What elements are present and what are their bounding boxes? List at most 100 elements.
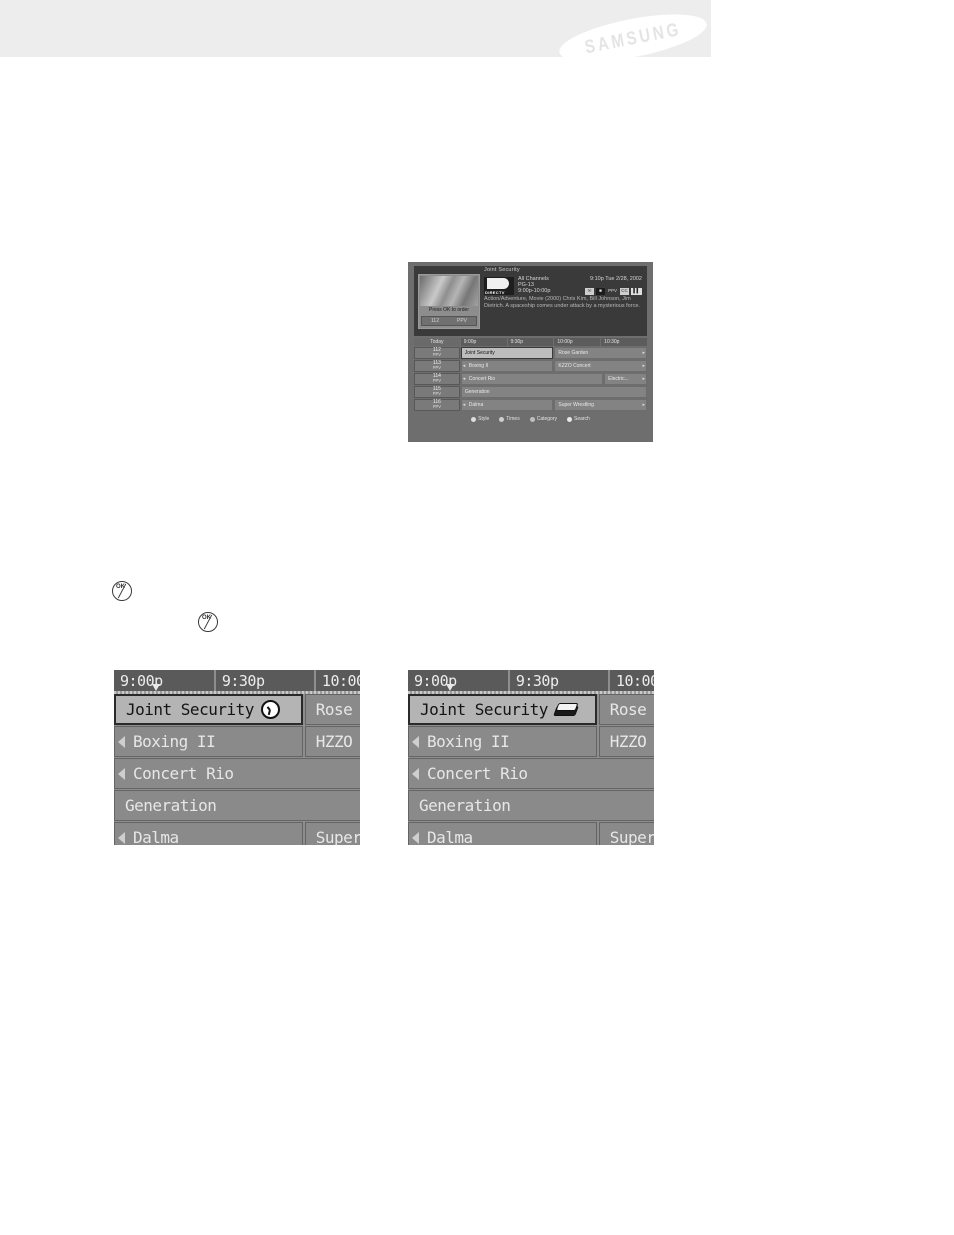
brand-header-band: SAMSUNG	[0, 0, 711, 71]
stereo-icon: ▌▌	[631, 287, 642, 295]
detail-row: Generation	[408, 790, 654, 821]
program-title: Electric...	[608, 376, 629, 382]
detail-program-title: Boxing II	[133, 732, 216, 751]
mail-icon: ✉	[584, 287, 594, 295]
channel-cell[interactable]: 113 PPV	[414, 360, 460, 372]
detail-program-title: Dalma	[133, 828, 179, 845]
footer-item-search[interactable]: Search	[567, 416, 590, 422]
ok-button-icon: OK	[198, 612, 218, 632]
chevron-left-icon: ◂	[462, 363, 466, 369]
detail-program-cell[interactable]: Super W	[304, 822, 360, 845]
chevron-right-icon: ▸	[642, 376, 645, 382]
thumbnail-image	[420, 276, 478, 306]
chevron-left-icon	[118, 735, 125, 748]
program-cell[interactable]: ◂ Dalma	[460, 399, 554, 411]
detail-row: Dalma Super W	[114, 822, 360, 845]
guide-row: 114 PPV ◂ Concert Rio Electric... ▸	[414, 373, 647, 385]
guide-day-label[interactable]: Today	[414, 338, 460, 346]
detail-panel-record: 9:00p 9:30p 10:00p Joint Security Rose G…	[408, 670, 654, 845]
detail-row: Joint Security Rose Ga	[114, 694, 360, 725]
detail-program-cell[interactable]: Joint Security	[114, 694, 303, 725]
guide-row: 112 PPV Joint Security Rose Garden ▸	[414, 347, 647, 359]
detail-program-cell[interactable]: Super W	[598, 822, 654, 845]
channel-type: PPV	[432, 404, 442, 409]
info-current-clock: 9:10p Tue 2/28, 2002	[590, 276, 642, 282]
style-dot-icon	[471, 416, 477, 422]
detail-rows: Joint Security Rose Ga Boxing II HZZO Co…	[114, 694, 360, 845]
detail-row: Generation	[114, 790, 360, 821]
detail-program-cell[interactable]: HZZO Co	[304, 726, 360, 757]
program-cell[interactable]: KZZO Concert ▸	[554, 360, 647, 372]
program-cell[interactable]: ◂ Boxing II	[460, 360, 554, 372]
detail-program-cell[interactable]: Generation	[114, 790, 360, 821]
footer-item-style[interactable]: Style	[471, 416, 489, 422]
footer-label: Category	[536, 416, 557, 422]
thumbnail-channel-number: 112	[431, 318, 439, 324]
guide-grid: 112 PPV Joint Security Rose Garden ▸ 113…	[414, 347, 647, 412]
program-description: Action/Adventure, Movie (2000) Chris Kim…	[484, 296, 640, 309]
ok-button-icon: OK	[112, 581, 132, 601]
detail-program-cell[interactable]: Boxing II	[114, 726, 303, 757]
program-cell[interactable]: Electric... ▸	[604, 373, 647, 385]
detail-program-cell[interactable]: Dalma	[114, 822, 303, 845]
time-slot-4: 10:30p	[601, 338, 647, 346]
footer-label: Times	[506, 416, 520, 422]
detail-time-header: 9:00p 9:30p 10:00p	[114, 670, 360, 691]
program-cell[interactable]: Rose Garden ▸	[554, 347, 647, 359]
channel-type: PPV	[432, 391, 442, 396]
chevron-left-icon	[118, 767, 125, 780]
detail-program-cell[interactable]: Concert Rio	[408, 758, 654, 789]
guide-footer-menu: Style Times Category Search	[414, 414, 647, 424]
detail-program-cell[interactable]: HZZO Co	[598, 726, 654, 757]
info-attribute-icons: ✉ ■ PPV CC ▌▌	[584, 287, 642, 295]
program-cell[interactable]: Joint Security	[460, 347, 554, 359]
detail-row: Joint Security Rose Ga	[408, 694, 654, 725]
program-cell[interactable]: ◂ Concert Rio	[460, 373, 604, 385]
current-time-marker-icon	[152, 684, 160, 691]
detail-program-cell[interactable]: Rose Ga	[598, 694, 654, 725]
detail-program-title: Joint Security	[420, 700, 548, 719]
detail-program-cell[interactable]: Joint Security	[408, 694, 597, 725]
tv-guide-screenshot: Joint Security Press OK to order 112 PPV…	[408, 262, 653, 442]
footer-item-times[interactable]: Times	[499, 416, 520, 422]
program-title: Rose Garden	[558, 350, 589, 356]
program-thumbnail[interactable]: Press OK to order 112 PPV	[418, 274, 480, 329]
detail-program-title: Concert Rio	[133, 764, 234, 783]
chevron-right-icon: ▸	[642, 402, 645, 408]
program-title: Super Wrestling	[558, 402, 594, 408]
program-cell[interactable]: Super Wrestling ▸	[554, 399, 647, 411]
directv-logo-text: DIRECTV	[485, 290, 505, 295]
detail-row: Dalma Super W	[408, 822, 654, 845]
detail-rows: Joint Security Rose Ga Boxing II HZZO Co…	[408, 694, 654, 845]
vcr-tape-icon	[553, 703, 579, 716]
footer-label: Style	[478, 416, 490, 422]
footer-label: Search	[574, 416, 590, 422]
program-title: Boxing II	[468, 363, 489, 369]
detail-time-slot-2: 9:30p	[215, 670, 314, 691]
chevron-left-icon	[412, 767, 419, 780]
channel-cell[interactable]: 112 PPV	[414, 347, 460, 359]
detail-program-cell[interactable]: Boxing II	[408, 726, 597, 757]
detail-program-cell[interactable]: Rose Ga	[304, 694, 360, 725]
footer-item-category[interactable]: Category	[529, 416, 557, 422]
detail-program-cell[interactable]: Concert Rio	[114, 758, 360, 789]
detail-row: Boxing II HZZO Co	[408, 726, 654, 757]
guide-row: 115 PPV Generation	[414, 386, 647, 398]
chevron-right-icon: ▸	[642, 350, 645, 356]
detail-program-cell[interactable]: Dalma	[408, 822, 597, 845]
detail-program-cell[interactable]: Generation	[408, 790, 654, 821]
channel-cell[interactable]: 114 PPV	[414, 373, 460, 385]
program-title: Concert Rio	[468, 376, 496, 382]
times-dot-icon	[499, 416, 505, 422]
detail-row: Concert Rio	[114, 758, 360, 789]
chevron-left-icon: ◂	[462, 376, 466, 382]
current-time-marker-icon	[446, 684, 454, 691]
time-slot-3: 10:00p	[554, 338, 601, 346]
chevron-left-icon	[412, 831, 419, 844]
channel-type: PPV	[432, 365, 442, 370]
program-cell[interactable]: Generation	[460, 386, 647, 398]
guide-time-header: Today 9:00p 9:30p 10:00p 10:30p	[414, 338, 647, 346]
channel-cell[interactable]: 116 PPV	[414, 399, 460, 411]
channel-cell[interactable]: 115 PPV	[414, 386, 460, 398]
detail-time-slot-3: 10:00p	[315, 670, 360, 691]
